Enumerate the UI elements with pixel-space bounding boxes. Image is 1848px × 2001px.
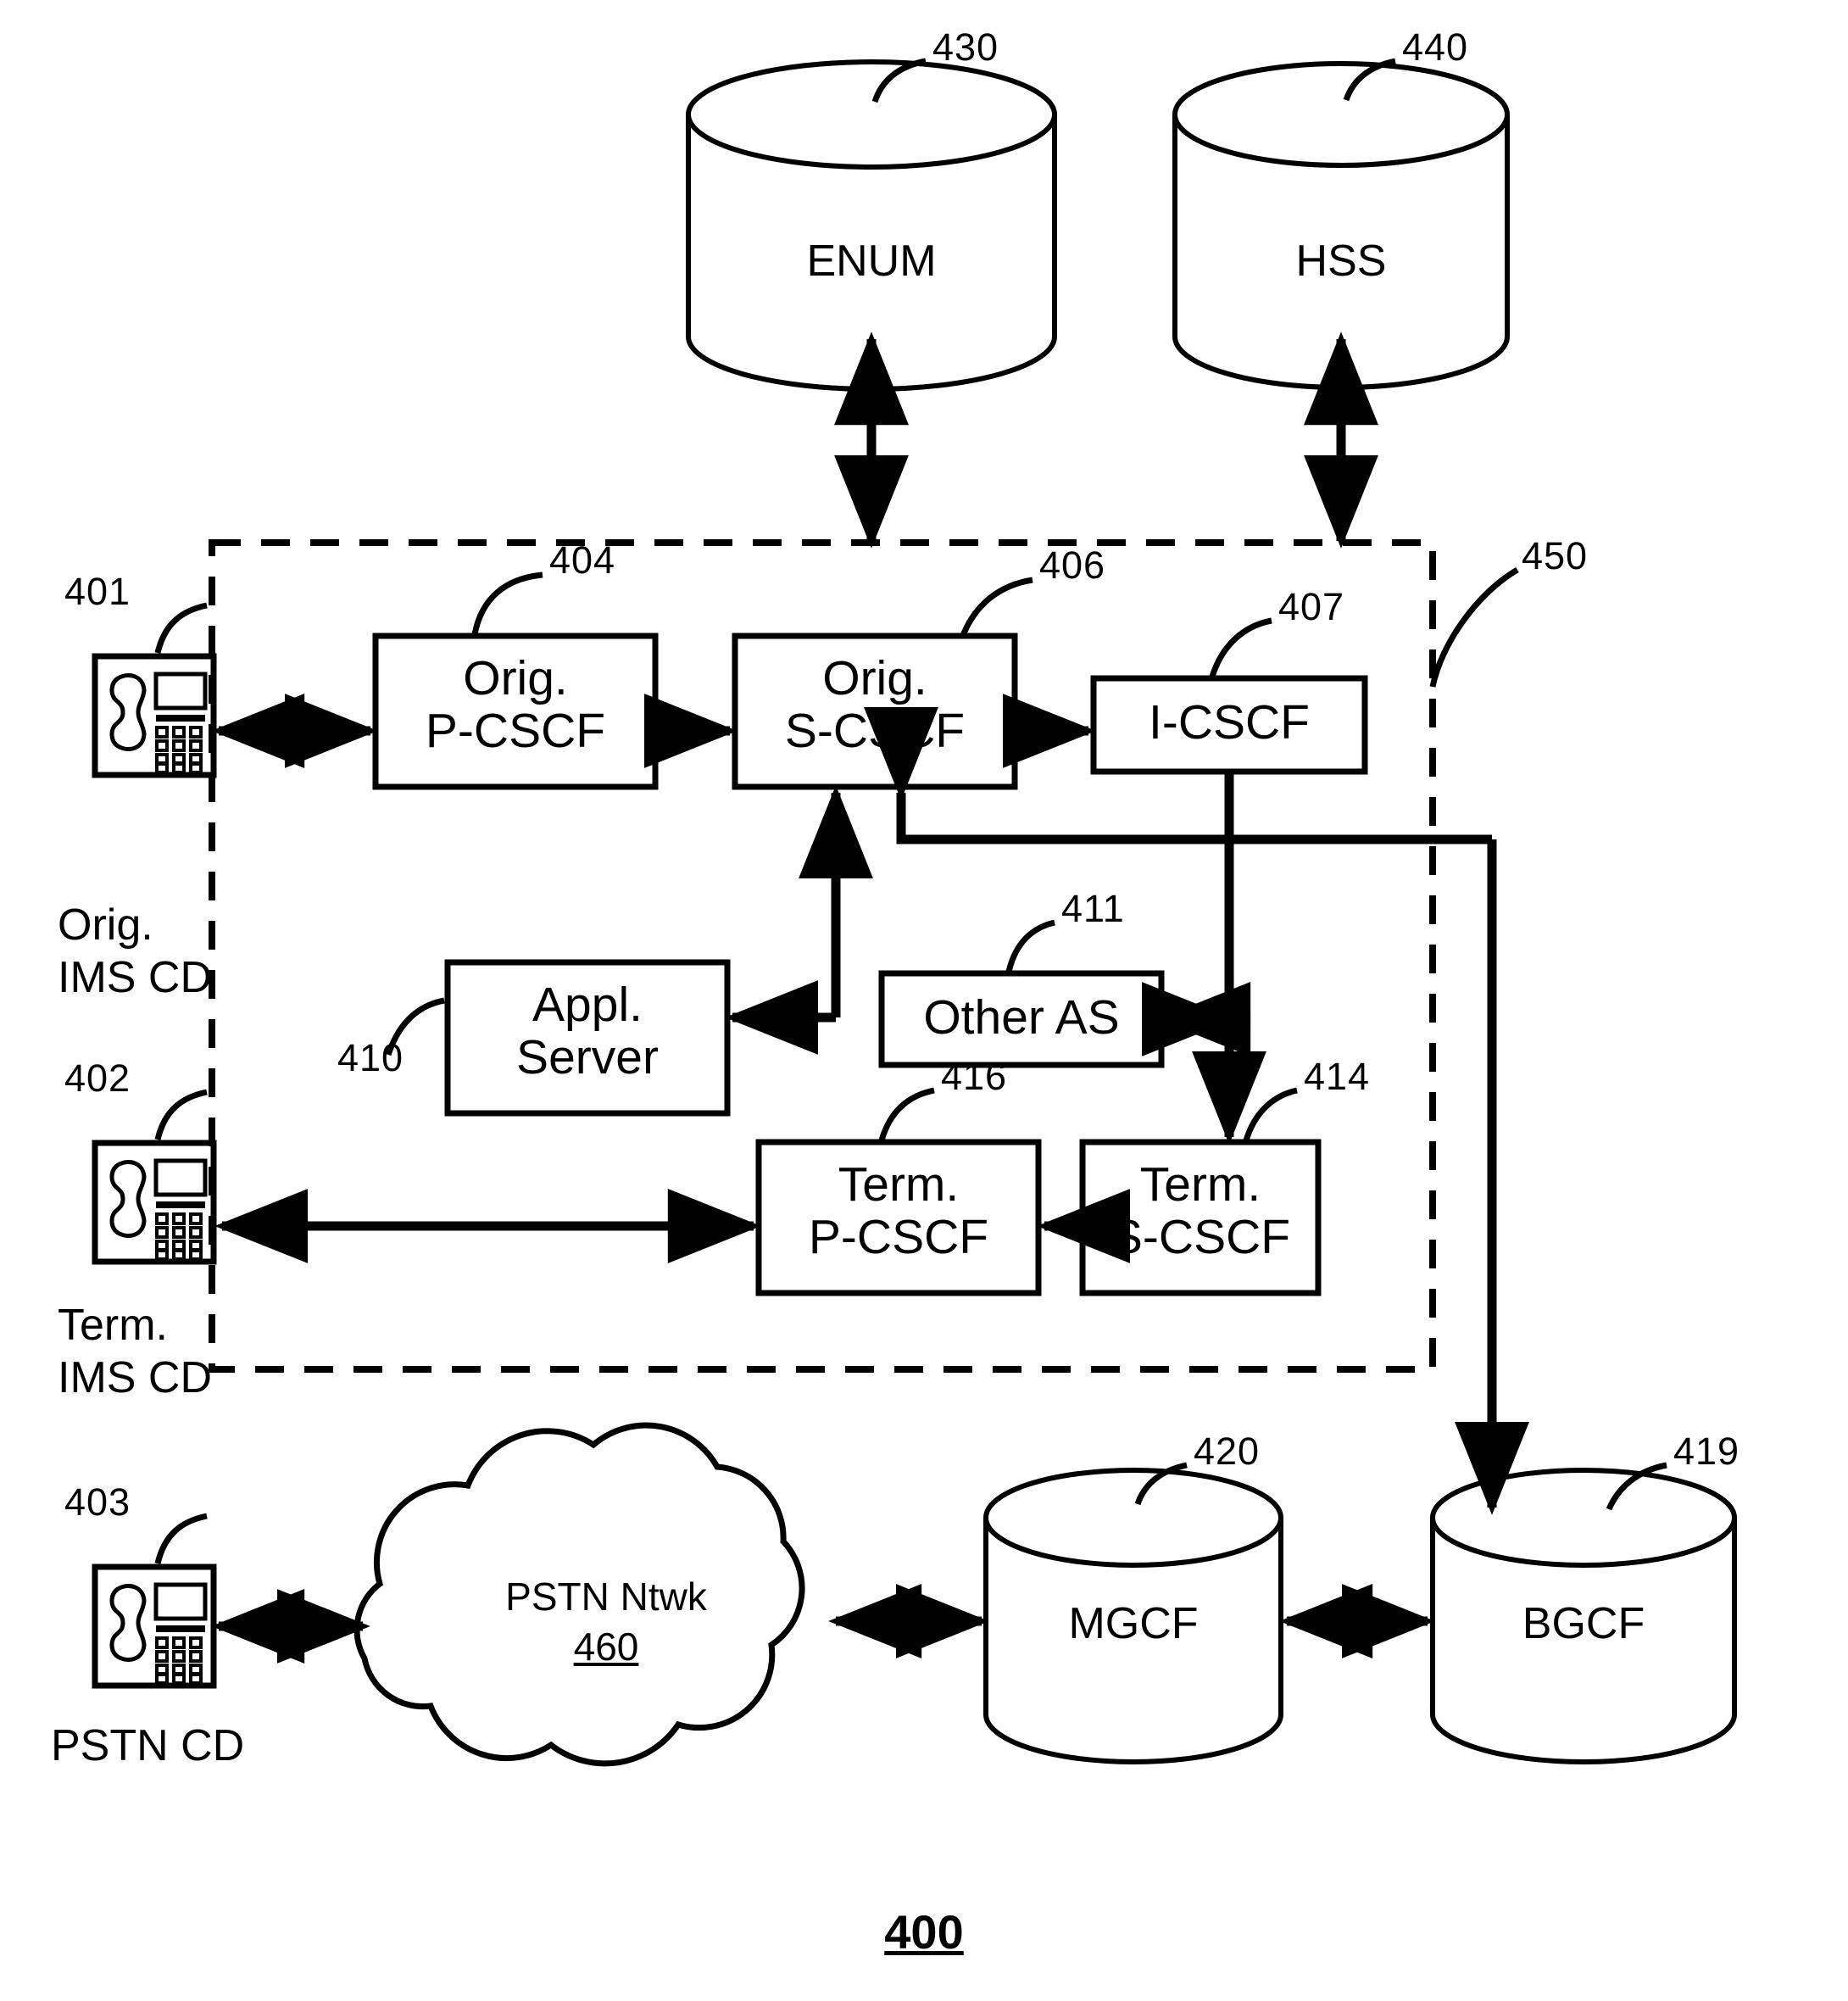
ref-404: 404 [549,538,616,582]
term-s-cscf-label-line2: S-CSCF [1110,1210,1291,1264]
ref-440: 440 [1402,25,1469,69]
mgcf-label: MGCF [1068,1599,1199,1648]
leader-404 [471,571,543,635]
ref-416: 416 [941,1055,1008,1098]
term-s-cscf-label-line1: Term. [1139,1157,1261,1212]
term-p-cscf-label-line2: P-CSCF [808,1210,989,1264]
patent-figure-canvas: 430 440 450 404 406 407 410 411 416 414 … [0,0,1848,2001]
figure-number: 400 [884,1905,964,1959]
leader-407 [1209,617,1272,678]
i-cscf-label: I-CSCF [1149,695,1310,750]
pstn-network-label: PSTN Ntwk [505,1575,707,1619]
enum-label: ENUM [806,237,937,286]
ref-402: 402 [64,1056,131,1100]
appl-server-label-line1: Appl. [532,978,643,1032]
ref-401: 401 [64,570,131,613]
leader-414 [1243,1087,1298,1142]
orig-s-cscf-label-line1: Orig. [822,651,927,705]
appl-server-label-line2: Server [516,1030,659,1084]
leader-406 [959,577,1033,639]
leader-401 [154,602,208,654]
other-as-label: Other AS [923,990,1120,1045]
ref-407: 407 [1278,585,1345,628]
leader-430 [871,58,927,103]
ref-430: 430 [932,25,999,69]
ref-403: 403 [64,1480,131,1524]
hss-label: HSS [1295,237,1387,286]
bgcf-label: BGCF [1522,1599,1645,1648]
orig-p-cscf-label-line1: Orig. [463,651,568,705]
leader-416 [878,1087,935,1142]
ref-410: 410 [337,1036,404,1079]
term-p-cscf-label-line1: Term. [838,1157,960,1212]
ref-419: 419 [1673,1430,1740,1473]
leader-402 [154,1089,208,1140]
ref-411: 411 [1061,887,1125,930]
term-ims-cd-caption-line1: Term. [58,1301,168,1350]
ref-450: 450 [1522,534,1589,577]
orig-s-cscf-label-line2: S-CSCF [784,704,966,758]
ref-414: 414 [1304,1055,1371,1098]
pstn-network-ref: 460 [573,1625,639,1669]
pstn-cd-caption: PSTN CD [51,1721,245,1770]
leader-403 [154,1513,208,1564]
orig-ims-cd-caption-line1: Orig. [58,900,153,950]
ref-406: 406 [1039,543,1106,587]
hss-datastore-shape [1172,61,1510,390]
leader-411 [1005,919,1055,973]
link-bus-to-scscf [864,706,1492,844]
leader-450 [1429,566,1519,688]
ref-420: 420 [1194,1430,1261,1473]
orig-ims-cd-caption-line2: IMS CD [58,953,212,1002]
term-ims-cd-caption-line2: IMS CD [58,1353,212,1402]
orig-p-cscf-label-line2: P-CSCF [425,704,606,758]
orig-ims-cd-icon-shape [92,653,217,778]
term-ims-cd-icon-shape [92,1140,217,1265]
pstn-cd-icon-shape [92,1563,217,1689]
